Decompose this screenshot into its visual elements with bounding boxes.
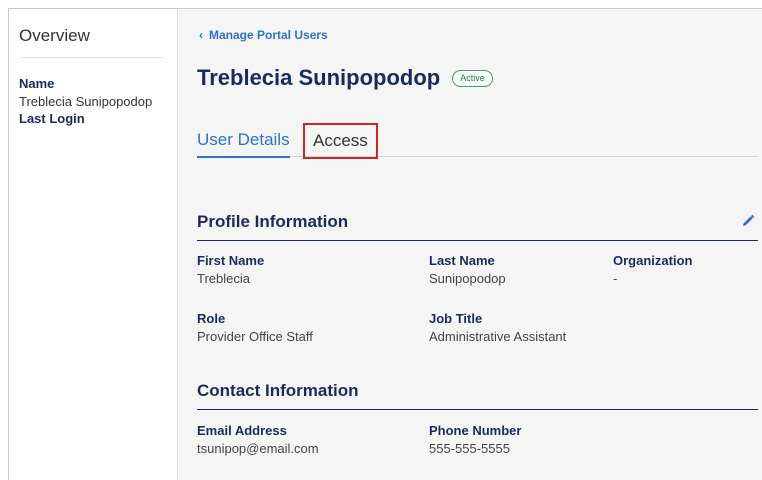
role-value: Provider Office Staff [197, 329, 313, 344]
job-title-value: Administrative Assistant [429, 329, 567, 344]
last-name-field: Last Name Sunipopodop [429, 253, 506, 286]
back-link-label: Manage Portal Users [209, 28, 328, 42]
sidebar-title: Overview [19, 26, 90, 45]
page-title: Treblecia Sunipopodop [197, 65, 441, 90]
job-title-field: Job Title Administrative Assistant [429, 311, 566, 344]
sidebar-name-value: Treblecia Sunipopodop [19, 94, 153, 109]
status-badge: Active [452, 69, 493, 87]
first-name-value: Treblecia [197, 271, 250, 286]
tab-user-details[interactable]: User Details [197, 123, 290, 158]
phone-field: Phone Number 555-555-5555 [429, 423, 521, 456]
chevron-left-icon: ‹ [199, 28, 203, 42]
app-frame: Overview Name Treblecia Sunipopodop Last… [8, 8, 762, 480]
back-to-manage-users-link[interactable]: ‹ Manage Portal Users [199, 28, 328, 42]
phone-label: Phone Number [429, 423, 522, 438]
pencil-icon[interactable] [740, 213, 756, 229]
tab-bar: User Details Access [197, 123, 758, 165]
sidebar-divider [19, 57, 165, 58]
phone-value: 555-555-5555 [429, 441, 510, 456]
sidebar-last-login-label: Last Login [19, 111, 85, 126]
selected-tab-indicator [197, 156, 290, 158]
tab-access-label: Access [313, 131, 368, 150]
first-name-field: First Name Treblecia [197, 253, 264, 286]
tab-user-details-label: User Details [197, 130, 290, 149]
email-field: Email Address tsunipop@email.com [197, 423, 319, 456]
job-title-label: Job Title [429, 311, 483, 326]
sidebar-name-label: Name [19, 76, 55, 91]
organization-value: - [613, 271, 618, 286]
page-title-row: Treblecia Sunipopodop Active [197, 65, 493, 91]
role-field: Role Provider Office Staff [197, 311, 313, 344]
organization-field: Organization - [613, 253, 692, 286]
email-value: tsunipop@email.com [197, 441, 319, 456]
contact-section-title: Contact Information [197, 381, 359, 400]
role-label: Role [197, 311, 226, 326]
overview-sidebar: Overview Name Treblecia Sunipopodop Last… [9, 9, 178, 480]
tab-access[interactable]: Access [303, 123, 378, 159]
contact-section-divider [197, 409, 758, 410]
last-name-label: Last Name [429, 253, 495, 268]
organization-label: Organization [613, 253, 693, 268]
profile-section-divider [197, 240, 758, 241]
profile-section-title: Profile Information [197, 212, 349, 231]
user-detail-main: ‹ Manage Portal Users Treblecia Sunipopo… [179, 9, 762, 480]
email-label: Email Address [197, 423, 287, 438]
first-name-label: First Name [197, 253, 265, 268]
last-name-value: Sunipopodop [429, 271, 506, 286]
